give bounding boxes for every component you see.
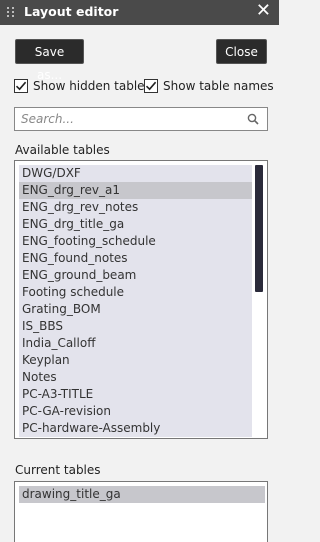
available-tables-list[interactable]: DWG/DXF ENG_drg_rev_a1 ENG_drg_rev_notes EN… — [14, 160, 268, 439]
list-item[interactable]: ENG_drg_rev_notes — [19, 199, 252, 216]
list-item[interactable]: Notes — [19, 369, 252, 386]
checkbox-checked-icon[interactable] — [14, 79, 28, 93]
search-box[interactable] — [14, 107, 268, 131]
list-item[interactable]: PC-hardware-Assembly — [19, 420, 252, 437]
list-item[interactable]: drawing_title_ga — [19, 486, 265, 503]
list-item[interactable]: ENG_drg_rev_a1 — [19, 182, 252, 199]
show-hidden-tables-checkbox[interactable]: Show hidden tables — [14, 78, 151, 94]
list-item[interactable]: IS_BBS — [19, 318, 252, 335]
list-item[interactable]: Footing schedule — [19, 284, 252, 301]
list-item[interactable]: Keyplan — [19, 352, 252, 369]
list-item[interactable]: India_Calloff — [19, 335, 252, 352]
title-bar: Layout editor ✕ — [0, 0, 279, 25]
current-tables-heading: Current tables — [15, 463, 101, 477]
list-item[interactable]: Grating_BOM — [19, 301, 252, 318]
list-item[interactable]: ENG_footing_schedule — [19, 233, 252, 250]
scrollbar-thumb[interactable] — [255, 165, 263, 292]
list-item[interactable]: PC-GA-revision — [19, 403, 252, 420]
drag-handle-icon[interactable] — [7, 7, 17, 19]
close-button[interactable]: Close — [216, 39, 267, 64]
search-input[interactable] — [21, 110, 241, 128]
checkbox-checked-icon[interactable] — [144, 79, 158, 93]
list-item[interactable]: ENG_found_notes — [19, 250, 252, 267]
show-table-names-checkbox[interactable]: Show table names — [144, 78, 274, 94]
close-icon[interactable]: ✕ — [256, 1, 271, 21]
list-item[interactable]: DWG/DXF — [19, 165, 252, 182]
show-hidden-tables-label: Show hidden tables — [33, 79, 151, 93]
search-icon[interactable] — [247, 113, 259, 128]
list-item[interactable]: ENG_drg_title_ga — [19, 216, 252, 233]
list-item[interactable]: ENG_ground_beam — [19, 267, 252, 284]
available-tables-scrollbar[interactable] — [255, 165, 263, 434]
available-tables-heading: Available tables — [15, 143, 110, 157]
window-title: Layout editor — [24, 4, 119, 19]
save-as-button[interactable]: Save as... — [15, 39, 84, 82]
show-table-names-label: Show table names — [163, 79, 274, 93]
current-tables-list[interactable]: drawing_title_ga — [14, 481, 268, 542]
list-item[interactable]: PC-A3-TITLE — [19, 386, 252, 403]
